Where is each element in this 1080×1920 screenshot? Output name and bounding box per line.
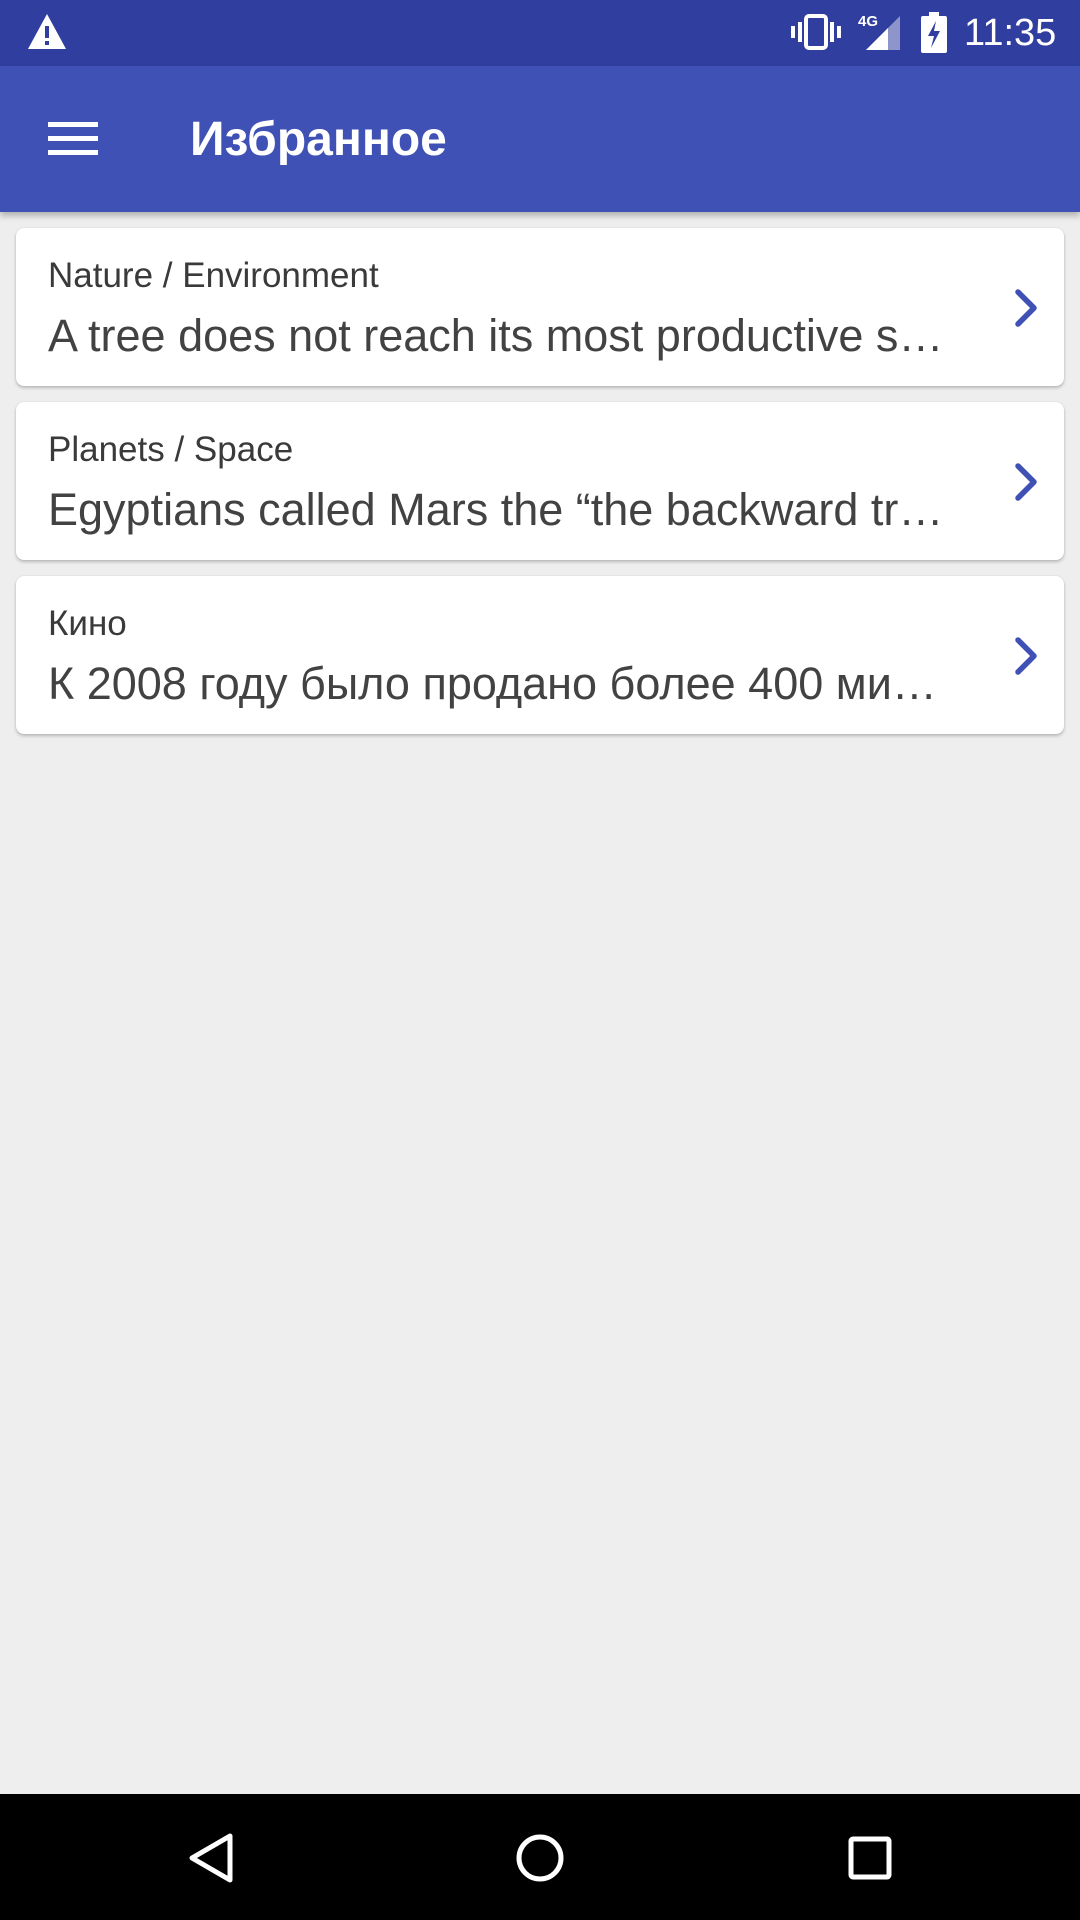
favorite-category: Nature / Environment [48,256,379,295]
favorite-card[interactable]: Кино К 2008 году было продано более 400 … [16,576,1064,734]
home-icon[interactable] [510,1828,570,1888]
signal-icon: 4G [858,13,900,50]
vibrate-icon [791,14,841,50]
back-icon[interactable] [180,1828,240,1888]
menu-icon[interactable] [40,112,106,166]
favorite-text: К 2008 году было продано более 400 ми… [48,658,937,709]
favorite-card[interactable]: Planets / Space Egyptians called Mars th… [16,402,1064,560]
navigation-bar [0,1794,1080,1920]
status-bar: 4G 11:35 [0,0,1080,66]
favorite-card[interactable]: Nature / Environment A tree does not rea… [16,228,1064,386]
page-title: Избранное [190,113,447,166]
favorite-category: Кино [48,604,127,643]
app-bar: Избранное [0,66,1080,212]
favorite-category: Planets / Space [48,430,294,469]
chevron-right-icon [1015,289,1037,327]
network-type-label: 4G [858,13,878,30]
favorite-text: Egyptians called Mars the “the backward … [48,484,944,535]
chevron-right-icon [1015,463,1037,501]
status-time: 11:35 [964,12,1057,54]
battery-charging-icon [921,12,947,53]
chevron-right-icon [1015,637,1037,675]
warning-icon [28,14,66,49]
recents-icon[interactable] [840,1828,900,1888]
favorite-text: A tree does not reach its most productiv… [48,310,944,361]
